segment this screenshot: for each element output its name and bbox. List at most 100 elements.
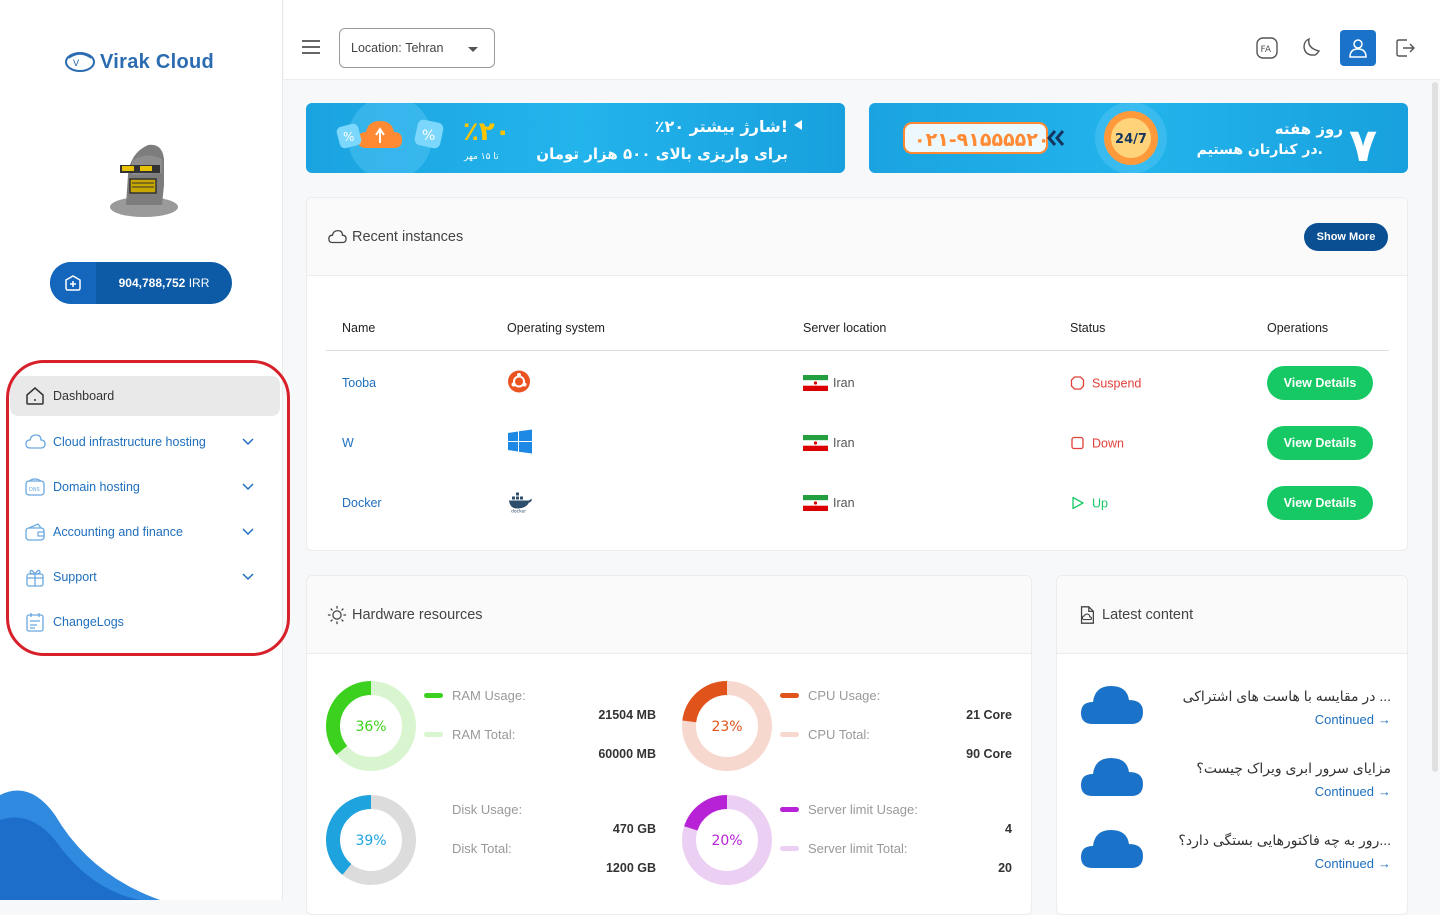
column-location: Server location — [803, 320, 887, 335]
ram-gauge: 36% — [326, 681, 416, 771]
ram-usage-label: RAM Usage: — [424, 688, 526, 703]
chevron-down-icon[interactable] — [242, 572, 254, 581]
column-name: Name — [342, 320, 376, 335]
latest-content-title: Latest content — [1102, 606, 1194, 623]
sidebar-item-domain-hosting[interactable]: DNS Domain hosting — [10, 464, 280, 509]
iran-flag-icon — [803, 375, 828, 391]
promo-banner-charge[interactable]: % % ٪۲۰ تا ۱۵ مهر ٪۲۰ شارژ بیشتر! برای و… — [306, 103, 845, 173]
view-details-button[interactable]: View Details — [1267, 486, 1373, 520]
location-text: Iran — [833, 376, 855, 390]
instance-name-link[interactable]: Docker — [342, 496, 382, 510]
cpu-total-value: 90 Core — [966, 747, 1012, 761]
promo-banner-support[interactable]: ۰۲۱-۹۱۵۵۵۵۲۰ 24/7 روز هفته در کنارتان هس… — [869, 103, 1408, 173]
chevron-down-icon[interactable] — [242, 482, 254, 491]
table-row: Docker docker Iran Up View Details — [326, 473, 1389, 533]
cloud-icon — [24, 431, 46, 453]
status-badge: Up — [1070, 496, 1108, 511]
sidebar-item-changelogs[interactable]: ChangeLogs — [10, 599, 280, 644]
balance-pill[interactable]: 904,788,752 IRR — [50, 262, 232, 304]
disk-usage-label: Disk Usage: — [452, 802, 523, 817]
server-limit-total-label: Server limit Total: — [780, 841, 907, 856]
balance-value: 904,788,752 — [118, 276, 186, 290]
balance-amount: 904,788,752 IRR — [96, 276, 232, 290]
news-title[interactable]: ... در مقایسه با هاست های اشتراکی — [1183, 688, 1391, 705]
instance-name-link[interactable]: Tooba — [342, 376, 376, 390]
language-toggle[interactable]: FA — [1252, 33, 1282, 63]
news-item[interactable]: ... در مقایسه با هاست های اشتراکی Contin… — [1079, 680, 1391, 752]
column-os: Operating system — [507, 320, 605, 335]
svg-text:٪۲۰ شارژ بیشتر!: ٪۲۰ شارژ بیشتر! — [655, 117, 788, 136]
column-operations: Operations — [1267, 320, 1329, 335]
view-details-button[interactable]: View Details — [1267, 366, 1373, 400]
cloud-icon — [1081, 830, 1143, 868]
recent-instances-header: Recent instances — [307, 198, 1407, 276]
top-actions: FA — [1252, 30, 1420, 66]
svg-text:V: V — [73, 59, 80, 69]
chevron-down-icon[interactable] — [242, 437, 254, 446]
continued-link[interactable]: Continued → — [1315, 784, 1391, 799]
disk-gauge: 39% — [326, 795, 416, 885]
ubuntu-icon — [507, 370, 531, 397]
ram-usage-value: 21504 MB — [598, 708, 656, 722]
promo-banner-charge-art: % % ٪۲۰ تا ۱۵ مهر ٪۲۰ شارژ بیشتر! برای و… — [336, 103, 802, 173]
cloud-icon — [328, 229, 347, 243]
logout-icon[interactable] — [1390, 33, 1420, 63]
hamburger-menu-icon[interactable] — [302, 40, 320, 54]
page-scrollbar[interactable] — [1432, 82, 1438, 772]
disk-total-value: 1200 GB — [605, 861, 656, 875]
svg-text:٪۲۰: ٪۲۰ — [463, 117, 511, 147]
decorative-wave — [0, 790, 160, 900]
wallet-icon — [24, 521, 46, 543]
status-text: Up — [1092, 496, 1108, 510]
user-profile-button[interactable] — [1340, 30, 1376, 66]
sidebar-item-label: Cloud infrastructure hosting — [53, 434, 206, 449]
sidebar: V Virak Cloud 904,788,752 IRR Dashboard — [0, 0, 283, 900]
location-select[interactable]: Location: Tehran — [339, 28, 495, 68]
svg-text:FA: FA — [1261, 45, 1272, 55]
server-limit-usage-label: Server limit Usage: — [780, 802, 918, 817]
svg-text:تا ۱۵ مهر: تا ۱۵ مهر — [463, 152, 499, 162]
user-avatar[interactable] — [106, 135, 182, 217]
continued-link[interactable]: Continued → — [1315, 712, 1391, 727]
status-badge: Suspend — [1070, 376, 1141, 391]
svg-text:DNS: DNS — [29, 487, 40, 493]
svg-text:۷: ۷ — [1349, 118, 1377, 172]
iran-flag-icon — [803, 495, 828, 511]
sidebar-item-label: Support — [53, 569, 97, 584]
sun-settings-icon — [327, 605, 347, 624]
show-more-button[interactable]: Show More — [1304, 223, 1388, 251]
news-item[interactable]: ...رور به چه فاکتورهایی بستگی دارد؟ Cont… — [1079, 824, 1391, 896]
chevron-down-icon[interactable] — [242, 527, 254, 536]
view-details-button[interactable]: View Details — [1267, 426, 1373, 460]
user-icon — [1349, 39, 1367, 58]
table-header: Name Operating system Server location St… — [326, 305, 1389, 351]
news-title[interactable]: مزایای سرور ابری ویراک چیست؟ — [1196, 760, 1391, 777]
disk-total-label: Disk Total: — [452, 841, 512, 856]
instance-name-link[interactable]: W — [342, 436, 354, 450]
svg-text:۰۲۱-۹۱۵۵۵۵۲۰: ۰۲۱-۹۱۵۵۵۵۲۰ — [914, 129, 1049, 151]
location-value: Tehran — [405, 41, 444, 55]
cpu-total-label: CPU Total: — [780, 727, 870, 742]
cpu-usage-value: 21 Core — [966, 708, 1012, 722]
news-item[interactable]: مزایای سرور ابری ویراک چیست؟ Continued → — [1079, 752, 1391, 824]
support-gift-icon — [24, 566, 46, 588]
table-row: Tooba Iran Suspend View Details — [326, 353, 1389, 413]
sidebar-item-cloud-hosting[interactable]: Cloud infrastructure hosting — [10, 419, 280, 464]
sidebar-item-support[interactable]: Support — [10, 554, 280, 599]
brand-name: Virak Cloud — [100, 50, 215, 73]
news-title[interactable]: ...رور به چه فاکتورهایی بستگی دارد؟ — [1178, 832, 1391, 849]
disk-usage-value: 470 GB — [612, 822, 656, 836]
sidebar-item-label: ChangeLogs — [53, 614, 124, 629]
svg-text:36%: 36% — [355, 719, 386, 735]
sidebar-item-dashboard[interactable]: Dashboard — [10, 376, 280, 416]
brand-logo[interactable]: V Virak Cloud — [64, 50, 214, 74]
svg-text:برای واریزی بالای ۵۰۰ هزار توم: برای واریزی بالای ۵۰۰ هزار تومان — [536, 145, 788, 163]
ram-total-value: 60000 MB — [598, 747, 656, 761]
continued-link[interactable]: Continued → — [1315, 856, 1391, 871]
moon-icon[interactable] — [1296, 33, 1326, 63]
latest-content-header: Latest content — [1057, 576, 1407, 654]
sidebar-item-accounting[interactable]: Accounting and finance — [10, 509, 280, 554]
arrow-right-icon: → — [1378, 712, 1391, 727]
server-limit-total-value: 20 — [998, 861, 1012, 875]
cpu-usage-label: CPU Usage: — [780, 688, 880, 703]
